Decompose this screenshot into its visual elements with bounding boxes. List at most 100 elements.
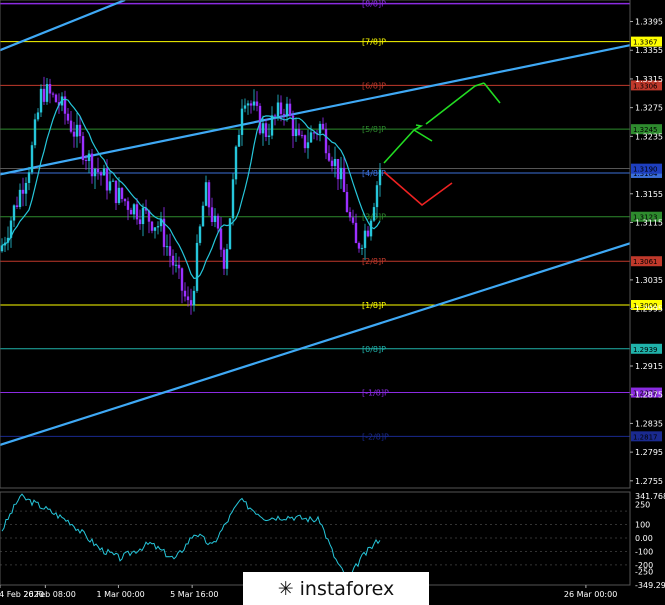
candle-body — [276, 102, 280, 117]
candle-body — [195, 242, 199, 291]
candle-body — [156, 226, 160, 228]
candle-body — [102, 168, 106, 176]
candle-body — [87, 153, 91, 161]
candle-body — [135, 204, 139, 220]
candle-body — [69, 120, 73, 132]
candle-body — [327, 153, 331, 161]
candle-body — [99, 172, 103, 176]
forecast-up-arrow — [383, 129, 415, 164]
time-tick-label: 5 Mar 16:00 — [170, 590, 218, 599]
price-tick-label: 1.2795 — [635, 448, 663, 457]
candle-body — [288, 103, 292, 116]
candle-body — [285, 103, 289, 115]
murrey-level-label: [0/8]P — [362, 345, 386, 354]
instaforex-mark-icon: ✳ — [277, 577, 294, 600]
candle-body — [201, 205, 205, 227]
candle-body — [51, 93, 55, 95]
price-badge-text: 1.3061 — [633, 258, 658, 266]
candle-body — [300, 135, 304, 137]
candle-body — [93, 168, 97, 177]
murrey-level-label: [4/8]P — [362, 169, 386, 178]
candle-body — [21, 189, 25, 194]
candle-body — [375, 185, 379, 208]
candle-body — [378, 169, 382, 186]
candle-body — [165, 246, 169, 248]
price-panel: [8/8]P[7/8]P[6/8]P[5/8]P[4/8]P[3/8]P[2/8… — [0, 0, 631, 446]
candle-body — [246, 103, 250, 106]
candle-body — [174, 264, 178, 266]
price-tick-label: 1.3315 — [635, 75, 663, 84]
time-tick-label: 1 Mar 00:00 — [96, 590, 144, 599]
candle-body — [345, 192, 349, 212]
price-tick-label: 1.3395 — [635, 18, 663, 27]
candle-body — [255, 101, 259, 106]
forecast-up-arrow — [425, 85, 476, 125]
price-tick-label: 1.3275 — [635, 104, 663, 113]
murrey-level-label: [6/8]P — [362, 81, 386, 90]
candle-body — [168, 246, 172, 256]
candle-body — [123, 198, 127, 202]
candle-body — [264, 123, 268, 137]
candle-body — [129, 209, 133, 215]
candle-body — [90, 153, 94, 177]
candle-body — [360, 247, 364, 249]
channel-line — [0, 0, 126, 52]
candle-body — [216, 215, 220, 229]
price-tick-label: 1.3155 — [635, 190, 663, 199]
candle-body — [96, 168, 100, 173]
candle-body — [45, 84, 49, 102]
oscillator-tick-label: -250 — [635, 568, 653, 577]
candle-body — [75, 124, 79, 137]
oscillator-tick-label: -100 — [635, 547, 653, 556]
candle-body — [66, 113, 70, 121]
candle-body — [12, 205, 16, 221]
candle-body — [294, 129, 298, 137]
candle-body — [171, 255, 175, 266]
candle-body — [306, 142, 310, 149]
murrey-level-label: [5/8]P — [362, 125, 386, 134]
candle-body — [234, 146, 238, 180]
oscillator-tick-label: 100 — [635, 521, 650, 530]
oscillator-panel — [0, 493, 630, 580]
candle-body — [189, 300, 193, 306]
candle-body — [15, 205, 19, 207]
candle-body — [105, 168, 109, 191]
forecast-up-arrow — [413, 129, 433, 142]
murrey-level-label: [-1/8]P — [362, 389, 389, 398]
oscillator-tick-label: 0.00 — [635, 534, 653, 543]
price-tick-label: 1.2835 — [635, 419, 663, 428]
forecast-up-arrow — [483, 82, 501, 104]
candle-body — [42, 88, 46, 102]
price-tick-label: 1.3035 — [635, 276, 663, 285]
candle-body — [357, 243, 361, 249]
price-tick-label: 1.2915 — [635, 362, 663, 371]
candle-body — [108, 181, 112, 191]
candle-body — [240, 108, 244, 135]
oscillator-tick-label: 250 — [635, 500, 650, 509]
candle-body — [141, 207, 145, 225]
axis-layer: 1.33671.33061.32451.31841.31231.30611.30… — [0, 0, 665, 599]
candle-body — [366, 230, 370, 237]
candle-body — [204, 182, 208, 206]
candle-body — [324, 129, 328, 154]
logo-text: instaforex — [299, 577, 395, 600]
candle-body — [225, 249, 229, 269]
candle-body — [30, 145, 34, 173]
candle-body — [33, 119, 37, 146]
candle-body — [279, 102, 283, 114]
candle-body — [252, 101, 256, 106]
candle-body — [111, 180, 115, 182]
candle-body — [198, 226, 202, 243]
candle-body — [210, 207, 214, 223]
candle-body — [114, 180, 118, 204]
candle-body — [243, 105, 247, 109]
candle-body — [273, 115, 277, 117]
candle-body — [72, 131, 76, 137]
price-tick-label: 1.2875 — [635, 391, 663, 400]
candle-body — [18, 189, 22, 207]
current-price-badge-text: 1.3190 — [633, 166, 658, 174]
candle-body — [363, 230, 367, 248]
murrey-level-label: [-2/8]P — [362, 432, 389, 441]
candle-body — [270, 115, 274, 136]
candle-body — [24, 182, 28, 194]
